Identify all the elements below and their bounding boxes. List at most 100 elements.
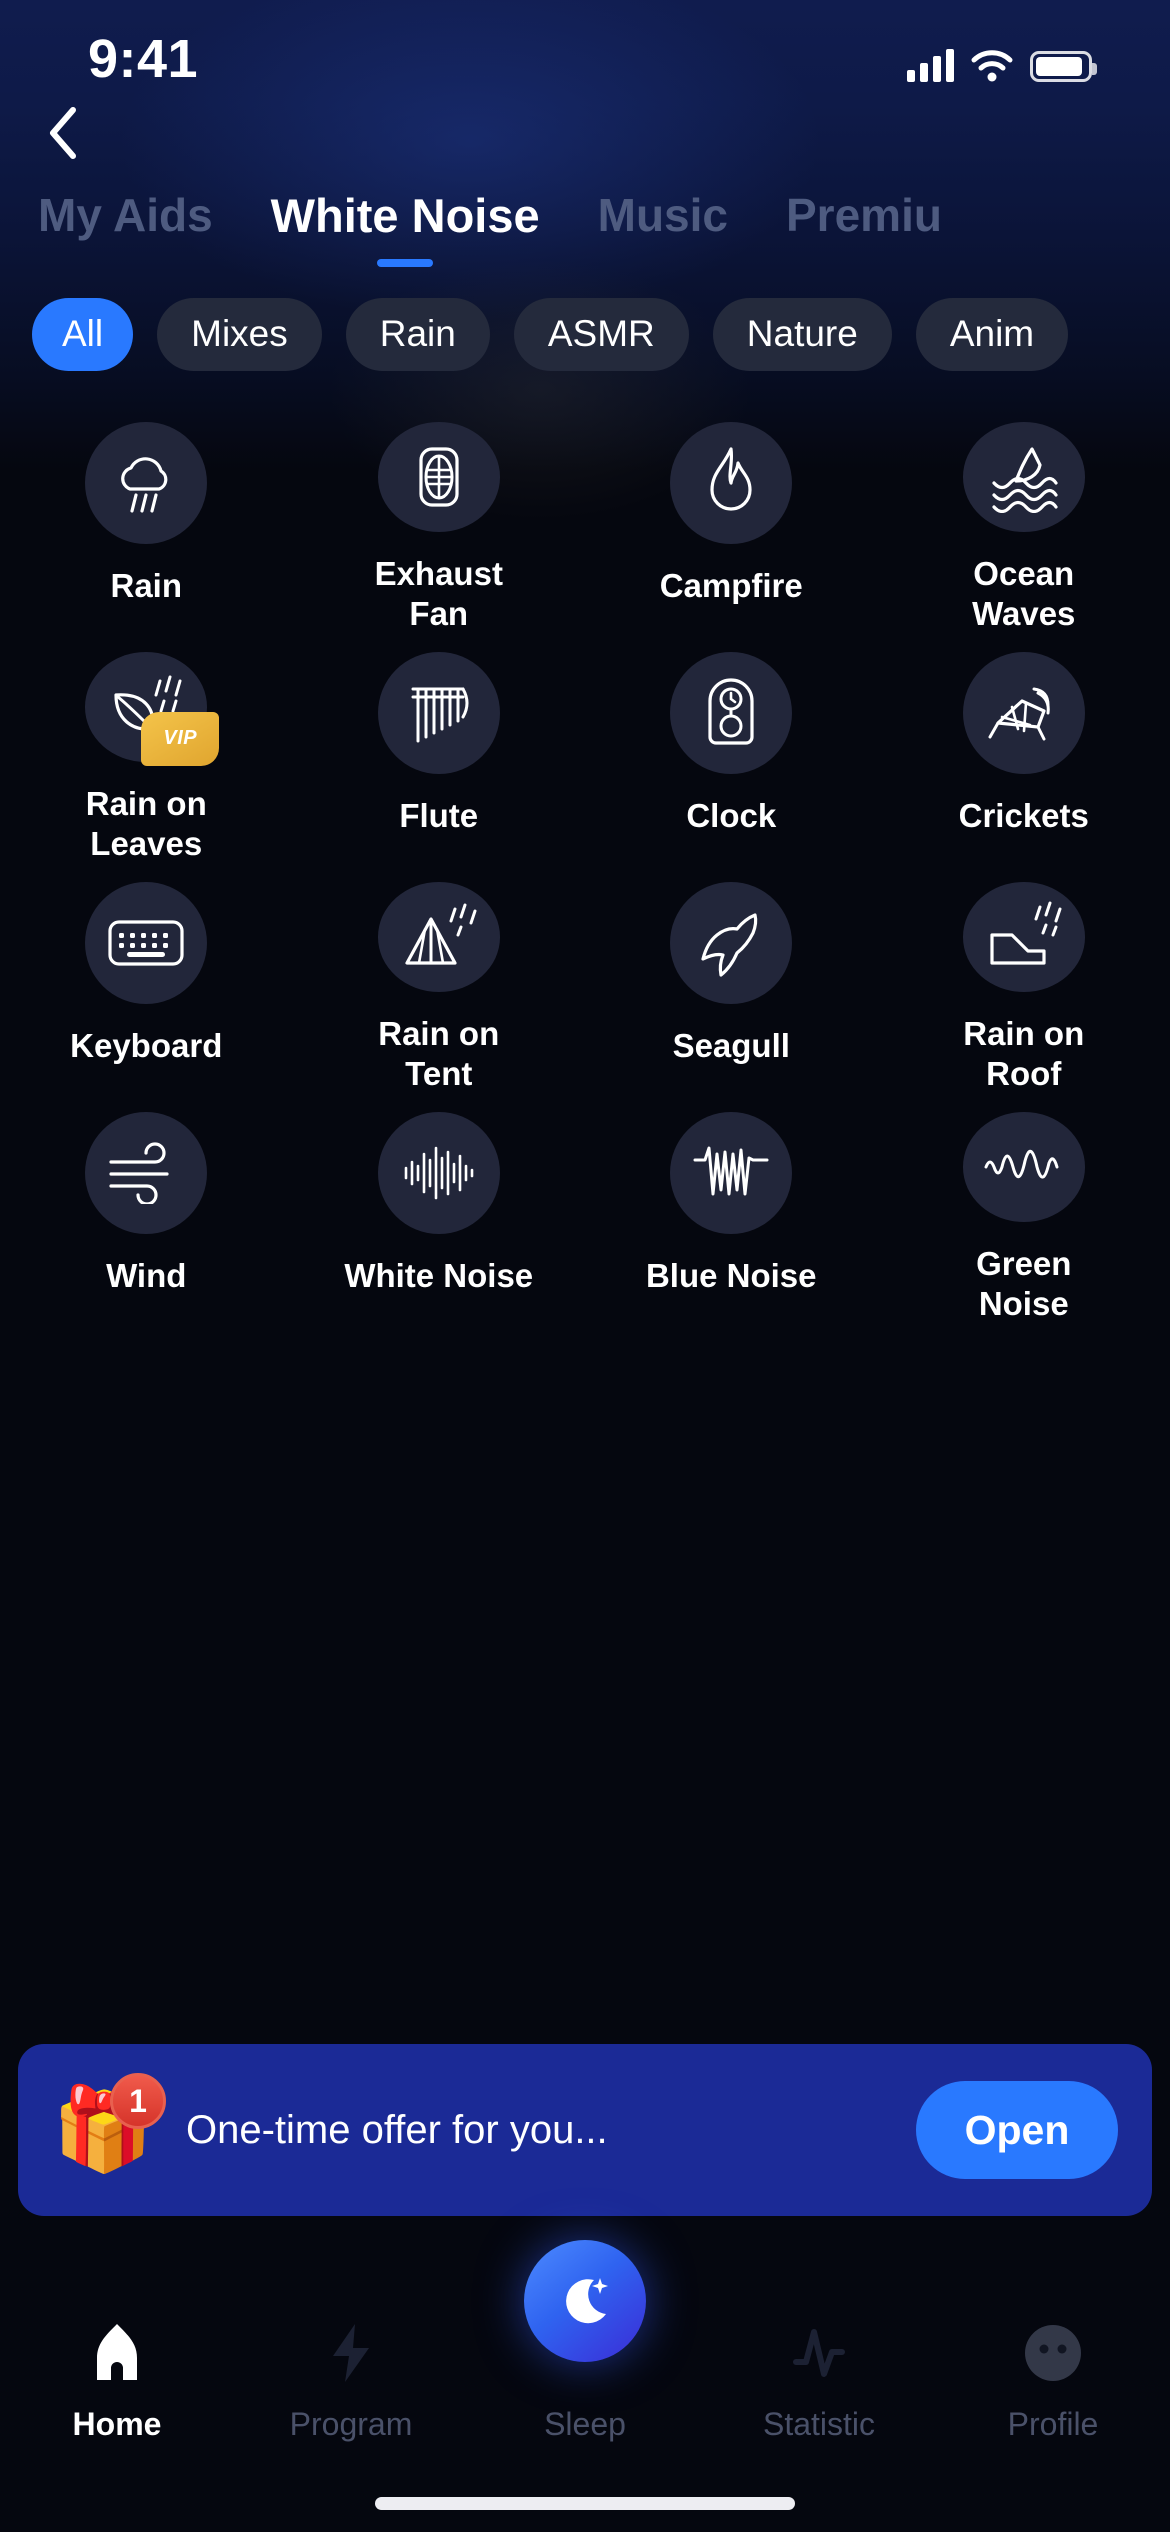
sound-label: Clock [686,797,777,834]
tab-white-noise[interactable]: White Noise [271,192,540,251]
sound-label: Flute [399,797,479,834]
nav-item-home[interactable]: Home [0,2316,234,2443]
sound-tile[interactable]: Flute [293,634,586,864]
sound-icon-disc[interactable] [962,882,1085,992]
sound-label: Green Noise [976,1244,1072,1322]
sound-tile[interactable]: Exhaust Fan [293,404,586,634]
sound-tile[interactable]: Keyboard [0,864,293,1094]
nav-label: Program [289,2406,413,2442]
sound-label: Rain on Tent [378,1014,500,1092]
rain-roof-icon [990,901,1062,965]
sound-icon-disc[interactable] [962,422,1085,532]
sound-icon-disc[interactable] [377,882,500,992]
sound-icon-disc[interactable] [670,652,793,774]
gift-icon: 🎁 1 [52,2071,170,2189]
battery-icon [1030,51,1097,82]
white-noise-wave-icon [404,1146,474,1200]
chip-mixes[interactable]: Mixes [157,297,322,371]
sound-icon-disc[interactable] [670,882,793,1004]
pulse-icon [790,2316,848,2390]
sound-label: Wind [106,1257,187,1294]
sound-tile[interactable]: Seagull [585,864,878,1094]
sound-icon-disc[interactable] [670,1112,793,1234]
nav-item-statistic[interactable]: Statistic [702,2316,936,2443]
sound-tile[interactable]: Crickets [878,634,1170,864]
promo-open-button[interactable]: Open [916,2081,1118,2179]
sound-tile[interactable]: Green Noise [878,1094,1170,1324]
status-bar: 9:41 [0,0,1170,140]
chip-all[interactable]: All [32,297,134,371]
sound-tile[interactable]: Blue Noise [585,1094,878,1324]
chip-asmr[interactable]: ASMR [513,297,689,371]
rain-tent-icon [405,903,477,965]
tab-my-aids[interactable]: My Aids [38,192,213,250]
sound-icon-disc[interactable] [377,652,500,774]
chip-animal[interactable]: Anim [915,297,1069,371]
sound-icon-disc[interactable] [85,1112,208,1234]
sound-icon-disc[interactable] [377,1112,500,1234]
home-icon [89,2316,145,2390]
sound-label: Rain on Roof [963,1014,1085,1092]
promo-banner[interactable]: 🎁 1 One-time offer for you... Open [18,2044,1152,2216]
seagull-icon [701,913,758,977]
back-chevron-icon [50,107,76,159]
sound-tile[interactable]: White Noise [293,1094,586,1324]
rain-cloud-icon [121,457,168,513]
sound-tile[interactable]: Wind [0,1094,293,1324]
sound-label: Campfire [659,567,803,604]
sound-tile[interactable]: Rain on Roof [878,864,1170,1094]
promo-badge-count: 1 [110,2073,166,2129]
nav-item-profile[interactable]: Profile [936,2316,1170,2443]
vip-badge: VIP [141,711,220,766]
sound-tile[interactable]: Campfire [585,404,878,634]
sound-label: Ocean Waves [972,554,1076,632]
app-screen: 9:41 My Aids White Noise Music Premiu Al… [0,0,1170,2532]
chip-nature[interactable]: Nature [712,297,892,371]
nav-label: Home [72,2406,162,2442]
sound-icon-disc[interactable] [377,422,500,532]
sound-tile[interactable]: VIP Rain on Leaves [0,634,293,864]
sound-label: White Noise [344,1257,534,1294]
sound-icon-disc[interactable]: VIP [85,652,220,766]
sound-tile[interactable]: Ocean Waves [878,404,1170,634]
nav-label: Sleep [544,2406,626,2442]
tab-premium[interactable]: Premiu [786,192,942,250]
flame-icon [710,447,752,511]
sound-tile[interactable]: Rain [0,404,293,634]
cellular-signal-icon [907,48,954,82]
sound-icon-disc[interactable] [962,1112,1085,1222]
tab-music[interactable]: Music [598,192,728,250]
sound-tile[interactable]: Rain on Tent [293,864,586,1094]
nav-label: Statistic [762,2406,876,2442]
sound-label: Keyboard [70,1027,223,1064]
promo-message: One-time offer for you... [186,2107,608,2152]
sound-label: Crickets [958,797,1089,834]
sound-icon-disc[interactable] [962,652,1085,774]
sleep-button[interactable] [524,2240,646,2362]
nav-item-sleep[interactable]: Sleep [468,2240,702,2443]
filter-chip-bar[interactable]: All Mixes Rain ASMR Nature Anim [0,288,1170,380]
sound-grid: Rain Exhaust Fan Campfire Ocean Waves VI… [0,404,1170,1324]
sound-icon-disc[interactable] [85,882,208,1004]
home-indicator[interactable] [375,2497,795,2510]
sound-label: Rain [110,567,182,604]
back-button[interactable] [24,96,102,170]
sound-label: Seagull [672,1027,790,1064]
sound-icon-disc[interactable] [670,422,793,544]
sound-tile[interactable]: Clock [585,634,878,864]
ocean-waves-icon [992,447,1058,513]
status-indicators [907,38,1097,82]
profile-icon [1023,2316,1083,2390]
keyboard-icon [108,920,184,966]
sound-label: Rain on Leaves [85,784,207,862]
chip-rain[interactable]: Rain [345,297,490,371]
bottom-navigation: Home Program Sleep Statistic Profile [0,2240,1170,2532]
flute-icon [411,687,469,743]
nav-item-program[interactable]: Program [234,2316,468,2443]
status-time: 9:41 [88,29,199,89]
exhaust-fan-icon [419,447,459,507]
top-tab-bar[interactable]: My Aids White Noise Music Premiu [0,178,1170,264]
sound-icon-disc[interactable] [85,422,208,544]
cricket-icon [988,687,1050,741]
nav-label: Profile [1007,2406,1099,2442]
